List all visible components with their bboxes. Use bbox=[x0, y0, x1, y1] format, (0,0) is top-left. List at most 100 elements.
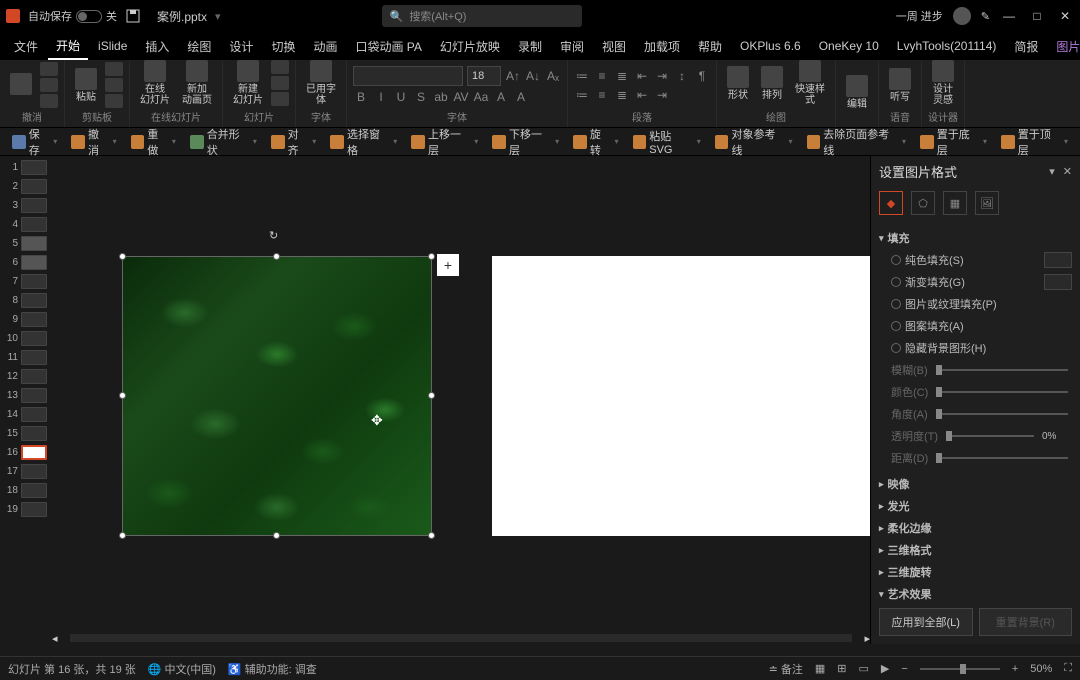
font-style-I[interactable]: I bbox=[373, 89, 389, 105]
notes-button[interactable]: ≐ 备注 bbox=[769, 661, 803, 677]
thumbnail-2[interactable]: 2 bbox=[0, 177, 52, 196]
selected-picture[interactable]: ↻ + ✥ bbox=[122, 256, 432, 536]
thumbnail-8[interactable]: 8 bbox=[0, 291, 52, 310]
tab-口袋动画 PA[interactable]: 口袋动画 PA bbox=[347, 34, 429, 59]
resize-handle[interactable] bbox=[119, 392, 126, 399]
save-icon[interactable] bbox=[125, 8, 141, 24]
ribbon-btn-排列[interactable]: 排列 bbox=[757, 64, 787, 103]
view-sorter-icon[interactable]: ⊞ bbox=[837, 662, 846, 675]
section-fill[interactable]: 填充 bbox=[879, 227, 1072, 249]
thumbnail-12[interactable]: 12 bbox=[0, 367, 52, 386]
slider[interactable] bbox=[936, 457, 1068, 459]
section-三维旋转[interactable]: 三维旋转 bbox=[879, 561, 1072, 583]
tab-picture[interactable]: 🖼 bbox=[975, 191, 999, 215]
ribbon-btn-已用字体[interactable]: 已用字 体 bbox=[302, 58, 340, 108]
thumbnail-9[interactable]: 9 bbox=[0, 310, 52, 329]
accessibility[interactable]: ♿ 辅助功能: 调查 bbox=[228, 661, 317, 677]
para-btn[interactable]: ⇥ bbox=[654, 68, 670, 84]
qat-旋转[interactable]: 旋转▾ bbox=[569, 124, 622, 160]
fit-window-icon[interactable]: ⛶ bbox=[1064, 662, 1072, 675]
small-ribbon-btn[interactable] bbox=[40, 78, 58, 92]
slider[interactable] bbox=[936, 369, 1068, 371]
view-reading-icon[interactable]: ▭ bbox=[859, 662, 869, 675]
resize-handle[interactable] bbox=[119, 532, 126, 539]
minimize-button[interactable]: — bbox=[1000, 7, 1018, 25]
tab-fill-line[interactable]: ◆ bbox=[879, 191, 903, 215]
section-艺术效果[interactable]: 艺术效果 bbox=[879, 583, 1072, 600]
zoom-level[interactable]: 50% bbox=[1030, 663, 1052, 675]
apply-all-button[interactable]: 应用到全部(L) bbox=[879, 608, 973, 636]
para-btn[interactable]: ≣ bbox=[614, 87, 630, 103]
tab-OneKey 10[interactable]: OneKey 10 bbox=[811, 35, 887, 57]
small-ribbon-btn[interactable] bbox=[271, 76, 289, 90]
resize-handle[interactable] bbox=[428, 392, 435, 399]
qat-粘贴SVG[interactable]: 粘贴SVG▾ bbox=[629, 126, 705, 158]
para-btn[interactable]: ≡ bbox=[594, 87, 610, 103]
small-ribbon-btn[interactable] bbox=[271, 60, 289, 74]
close-pane-button[interactable]: ✕ bbox=[1063, 165, 1072, 178]
zoom-in-button[interactable]: + bbox=[1012, 663, 1018, 675]
language[interactable]: 🌐 中文(中国) bbox=[148, 661, 216, 677]
ribbon-btn-听写[interactable]: 听写 bbox=[885, 66, 915, 105]
thumbnail-16[interactable]: 16 bbox=[0, 443, 52, 462]
tab-绘图[interactable]: 绘图 bbox=[179, 34, 219, 59]
font-size-btn[interactable]: A↓ bbox=[525, 68, 541, 84]
fill-option[interactable]: 渐变填充(G) bbox=[879, 271, 1072, 293]
tab-审阅[interactable]: 审阅 bbox=[552, 34, 592, 59]
para-btn[interactable]: ⇤ bbox=[634, 68, 650, 84]
font-style-A[interactable]: A bbox=[513, 89, 529, 105]
view-slideshow-icon[interactable]: ▶ bbox=[881, 662, 889, 675]
font-style-S[interactable]: S bbox=[413, 89, 429, 105]
thumbnail-19[interactable]: 19 bbox=[0, 500, 52, 519]
tab-切换[interactable]: 切换 bbox=[263, 34, 303, 59]
font-style-AV[interactable]: AV bbox=[453, 89, 469, 105]
qat-对齐[interactable]: 对齐▾ bbox=[267, 124, 320, 160]
autosave-toggle[interactable]: 自动保存 关 bbox=[28, 8, 117, 24]
thumbnail-6[interactable]: 6 bbox=[0, 253, 52, 272]
thumbnail-1[interactable]: 1 bbox=[0, 158, 52, 177]
fill-option[interactable]: 隐藏背景图形(H) bbox=[879, 337, 1072, 359]
ribbon-btn-快速样式[interactable]: 快速样 式 bbox=[791, 58, 829, 108]
slider[interactable] bbox=[946, 435, 1034, 437]
zoom-out-button[interactable]: − bbox=[901, 663, 907, 675]
para-btn[interactable]: ≔ bbox=[574, 68, 590, 84]
qat-置于底层[interactable]: 置于底层▾ bbox=[916, 124, 991, 160]
thumbnail-17[interactable]: 17 bbox=[0, 462, 52, 481]
qat-选择窗格[interactable]: 选择窗格▾ bbox=[326, 124, 401, 160]
tab-加载项[interactable]: 加载项 bbox=[636, 34, 688, 59]
tab-动画[interactable]: 动画 bbox=[305, 34, 345, 59]
font-size-btn[interactable]: A↑ bbox=[505, 68, 521, 84]
thumbnail-13[interactable]: 13 bbox=[0, 386, 52, 405]
font-style-B[interactable]: B bbox=[353, 89, 369, 105]
small-ribbon-btn[interactable] bbox=[40, 62, 58, 76]
tab-图片格式[interactable]: 图片格式 bbox=[1048, 34, 1080, 59]
tab-视图[interactable]: 视图 bbox=[594, 34, 634, 59]
tab-iSlide[interactable]: iSlide bbox=[90, 35, 135, 57]
font-name-select[interactable] bbox=[353, 66, 463, 86]
add-button[interactable]: + bbox=[437, 254, 459, 276]
para-btn[interactable]: ⇥ bbox=[654, 87, 670, 103]
para-btn[interactable]: ≡ bbox=[594, 68, 610, 84]
tab-幻灯片放映[interactable]: 幻灯片放映 bbox=[432, 34, 508, 59]
qat-撤消[interactable]: 撤消▾ bbox=[67, 124, 120, 160]
ribbon-btn-粘贴[interactable]: 粘贴 bbox=[71, 66, 101, 105]
thumbnail-15[interactable]: 15 bbox=[0, 424, 52, 443]
fill-option[interactable]: 纯色填充(S) bbox=[879, 249, 1072, 271]
slider[interactable] bbox=[936, 391, 1068, 393]
slider[interactable] bbox=[936, 413, 1068, 415]
qat-下移一层[interactable]: 下移一层▾ bbox=[488, 124, 563, 160]
resize-handle[interactable] bbox=[428, 253, 435, 260]
font-style-Aa[interactable]: Aa bbox=[473, 89, 489, 105]
resize-handle[interactable] bbox=[428, 532, 435, 539]
tab-effects[interactable]: ⬠ bbox=[911, 191, 935, 215]
white-rectangle[interactable] bbox=[492, 256, 870, 536]
ribbon-btn-编辑[interactable]: 编辑 bbox=[842, 73, 872, 112]
search-input[interactable]: 🔍 搜索(Alt+Q) bbox=[382, 5, 582, 27]
small-ribbon-btn[interactable] bbox=[271, 92, 289, 106]
fill-option[interactable]: 图案填充(A) bbox=[879, 315, 1072, 337]
resize-handle[interactable] bbox=[273, 532, 280, 539]
section-柔化边缘[interactable]: 柔化边缘 bbox=[879, 517, 1072, 539]
section-三维格式[interactable]: 三维格式 bbox=[879, 539, 1072, 561]
maximize-button[interactable]: □ bbox=[1028, 7, 1046, 25]
font-style-U[interactable]: U bbox=[393, 89, 409, 105]
